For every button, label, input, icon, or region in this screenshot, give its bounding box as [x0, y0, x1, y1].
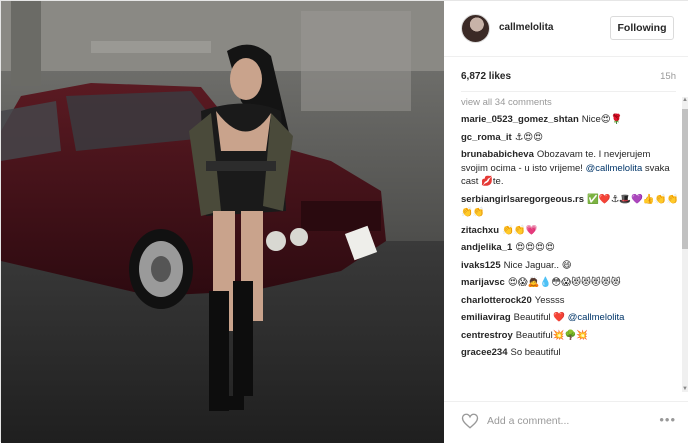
add-comment-input[interactable] [487, 413, 647, 429]
heart-icon[interactable] [461, 412, 479, 430]
comment-username[interactable]: centrestroy [461, 330, 513, 341]
comment-text: 😍😱🙇💧😳😱😻😻😻😻😻 [507, 277, 621, 288]
divider [461, 91, 676, 92]
comment-item: ivaks125 Nice Jaguar.. 😄 [461, 259, 679, 273]
comment-item: andjelika_1 😍😍😍😍 [461, 241, 679, 255]
comment-text: 👏👏💗 [502, 224, 538, 236]
comment-mention[interactable]: @callmelolita [586, 163, 643, 174]
comment-item: serbiangirlsaregorgeous.rs ✅❤️⚓🎩💜👍👏👏👏👏 [461, 193, 679, 220]
comment-text: Yessss [534, 294, 565, 306]
comment-item: marie_0523_gomez_shtan Nice😍🌹 [461, 113, 679, 127]
comment-username[interactable]: emiliavirag [461, 312, 511, 323]
post-footer: ••• [444, 401, 688, 443]
comment-username[interactable]: gracee234 [461, 347, 507, 358]
comment-text: Beautiful ❤️ [513, 312, 566, 323]
comment-item: marijavsc 😍😱🙇💧😳😱😻😻😻😻😻 [461, 276, 679, 290]
comment-text: Nice Jaguar.. 😄 [503, 259, 572, 271]
comment-item: brunababicheva Obozavam te. I nevjerujem … [461, 148, 679, 189]
comment-username[interactable]: zitachxu [461, 225, 499, 236]
comment-username[interactable]: ivaks125 [461, 260, 501, 271]
following-button[interactable]: Following [610, 16, 674, 40]
comment-text: Beautiful💥🌳💥 [515, 329, 589, 341]
comments-list: view all 34 comments marie_0523_gomez_sh… [461, 97, 679, 392]
comment-item: centrestroy Beautiful💥🌳💥 [461, 329, 679, 343]
author-username[interactable]: callmelolita [499, 22, 553, 33]
comment-text: ⚓😍😍 [514, 131, 544, 143]
comments-scrollbar[interactable]: ▲ ▼ [682, 97, 688, 392]
post-time[interactable]: 15h [660, 71, 676, 82]
scroll-down-icon[interactable]: ▼ [682, 386, 688, 392]
avatar[interactable] [461, 14, 490, 43]
comment-item: charlotterock20 Yessss [461, 294, 679, 308]
more-options-icon[interactable]: ••• [659, 412, 676, 427]
comment-text: Nice😍🌹 [581, 114, 623, 125]
scroll-up-icon[interactable]: ▲ [682, 97, 688, 103]
comment-item: gc_roma_it ⚓😍😍 [461, 131, 679, 145]
comment-username[interactable]: gc_roma_it [461, 132, 512, 143]
comment-username[interactable]: serbiangirlsaregorgeous.rs [461, 194, 584, 205]
post-header: callmelolita Following [444, 1, 688, 57]
post-photo[interactable] [1, 1, 444, 443]
comment-username[interactable]: charlotterock20 [461, 295, 532, 306]
comment-text: So beautiful [510, 347, 561, 358]
instagram-post: callmelolita Following 6,872 likes 15h v… [0, 0, 688, 443]
comment-item: emiliavirag Beautiful ❤️ @callmelolita [461, 311, 679, 325]
comment-username[interactable]: brunababicheva [461, 149, 534, 160]
comment-username[interactable]: marie_0523_gomez_shtan [461, 114, 579, 125]
post-sidebar: callmelolita Following 6,872 likes 15h v… [444, 1, 688, 443]
scrollbar-thumb[interactable] [682, 109, 688, 249]
view-all-comments-link[interactable]: view all 34 comments [461, 97, 679, 108]
likes-count[interactable]: 6,872 likes [461, 71, 511, 82]
photo-illustration [1, 1, 444, 443]
comment-item: zitachxu 👏👏💗 [461, 224, 679, 238]
comment-username[interactable]: andjelika_1 [461, 242, 512, 253]
comment-username[interactable]: marijavsc [461, 277, 505, 288]
comment-item: gracee234 So beautiful [461, 346, 679, 360]
comment-mention[interactable]: @callmelolita [568, 312, 625, 323]
comment-text: 😍😍😍😍 [515, 242, 555, 253]
